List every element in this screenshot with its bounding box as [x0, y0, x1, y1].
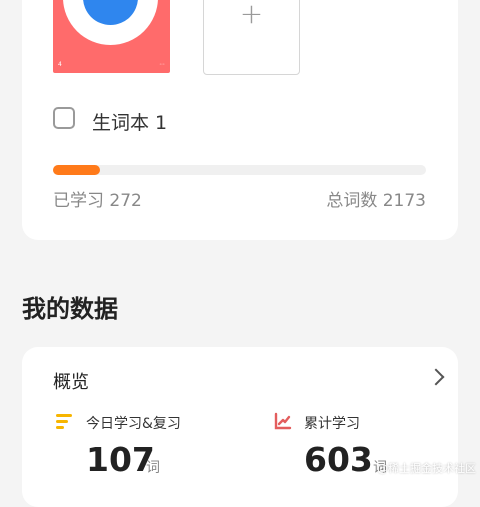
wordbook-name: 生词本 1 — [92, 112, 168, 134]
wordbook-checkbox[interactable] — [53, 107, 75, 129]
today-study-unit: 词 — [146, 460, 160, 476]
total-count: 总词数 2173 — [326, 191, 426, 211]
watermark: @稀土掘金技术社区 — [377, 462, 476, 475]
cover-mark: ◦◦ — [159, 62, 165, 68]
total-study-label: 累计学习 — [304, 416, 360, 432]
plus-icon: + — [239, 0, 264, 30]
today-study-value: 107 — [86, 440, 155, 479]
learning-progress-bar — [53, 165, 426, 175]
add-wordbook-button[interactable]: + — [203, 0, 300, 75]
cover-number: 4 — [58, 61, 62, 68]
wordbook-cover[interactable]: 4 ◦◦ — [53, 0, 170, 73]
overview-title: 概览 — [53, 372, 89, 393]
list-lines-icon — [56, 414, 72, 429]
total-study-value: 603 — [304, 440, 373, 479]
today-study-label: 今日学习&复习 — [86, 416, 181, 432]
learned-count: 已学习 272 — [53, 191, 142, 211]
trend-chart-icon — [274, 412, 292, 430]
section-title: 我的数据 — [22, 295, 118, 323]
learning-progress-fill — [53, 165, 100, 175]
